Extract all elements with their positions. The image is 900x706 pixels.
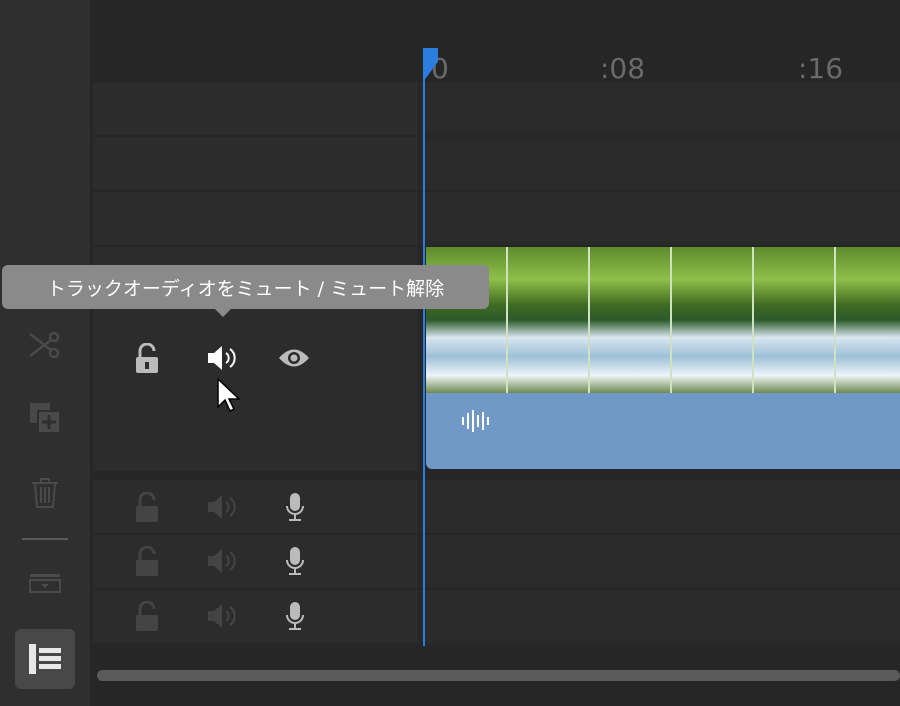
tooltip-text: トラックオーディオをミュート / ミュート解除	[46, 277, 445, 300]
track-list-button[interactable]	[15, 629, 75, 689]
playhead-line[interactable]	[423, 48, 425, 646]
track-collapse-icon[interactable]	[22, 563, 68, 603]
track-lane[interactable]	[420, 535, 900, 588]
speaker-icon[interactable]	[206, 491, 238, 523]
trash-icon[interactable]	[22, 473, 68, 513]
mute-tooltip: トラックオーディオをミュート / ミュート解除	[2, 265, 489, 317]
unlock-icon[interactable]	[131, 600, 163, 632]
waveform-icon	[462, 410, 489, 432]
ruler-label: :16	[798, 52, 844, 85]
speaker-icon[interactable]	[206, 600, 238, 632]
track-header	[93, 192, 418, 245]
track-header	[93, 82, 418, 135]
scissors-icon[interactable]	[22, 325, 68, 365]
audio-clip-waveform[interactable]	[426, 393, 900, 469]
unlock-icon[interactable]	[131, 491, 163, 523]
eye-icon[interactable]	[278, 342, 310, 374]
microphone-icon[interactable]	[279, 600, 311, 632]
speaker-icon[interactable]	[206, 342, 238, 374]
sidebar	[0, 0, 90, 706]
track-lane[interactable]	[420, 82, 900, 135]
sidebar-divider	[22, 538, 68, 540]
track-header	[93, 137, 418, 190]
track-list-icon	[29, 644, 61, 674]
unlock-icon[interactable]	[131, 545, 163, 577]
track-lane[interactable]	[420, 480, 900, 533]
ruler-label: :08	[600, 52, 646, 85]
microphone-icon[interactable]	[279, 491, 311, 523]
microphone-icon[interactable]	[279, 545, 311, 577]
duplicate-icon[interactable]	[22, 398, 68, 438]
mouse-cursor	[217, 378, 241, 413]
track-lane[interactable]	[420, 590, 900, 643]
track-lane[interactable]	[420, 192, 900, 245]
track-lane[interactable]	[420, 137, 900, 190]
unlock-icon[interactable]	[131, 342, 163, 374]
speaker-icon[interactable]	[206, 545, 238, 577]
video-clip-thumbnails[interactable]	[426, 247, 900, 393]
horizontal-scrollbar[interactable]	[97, 670, 900, 681]
